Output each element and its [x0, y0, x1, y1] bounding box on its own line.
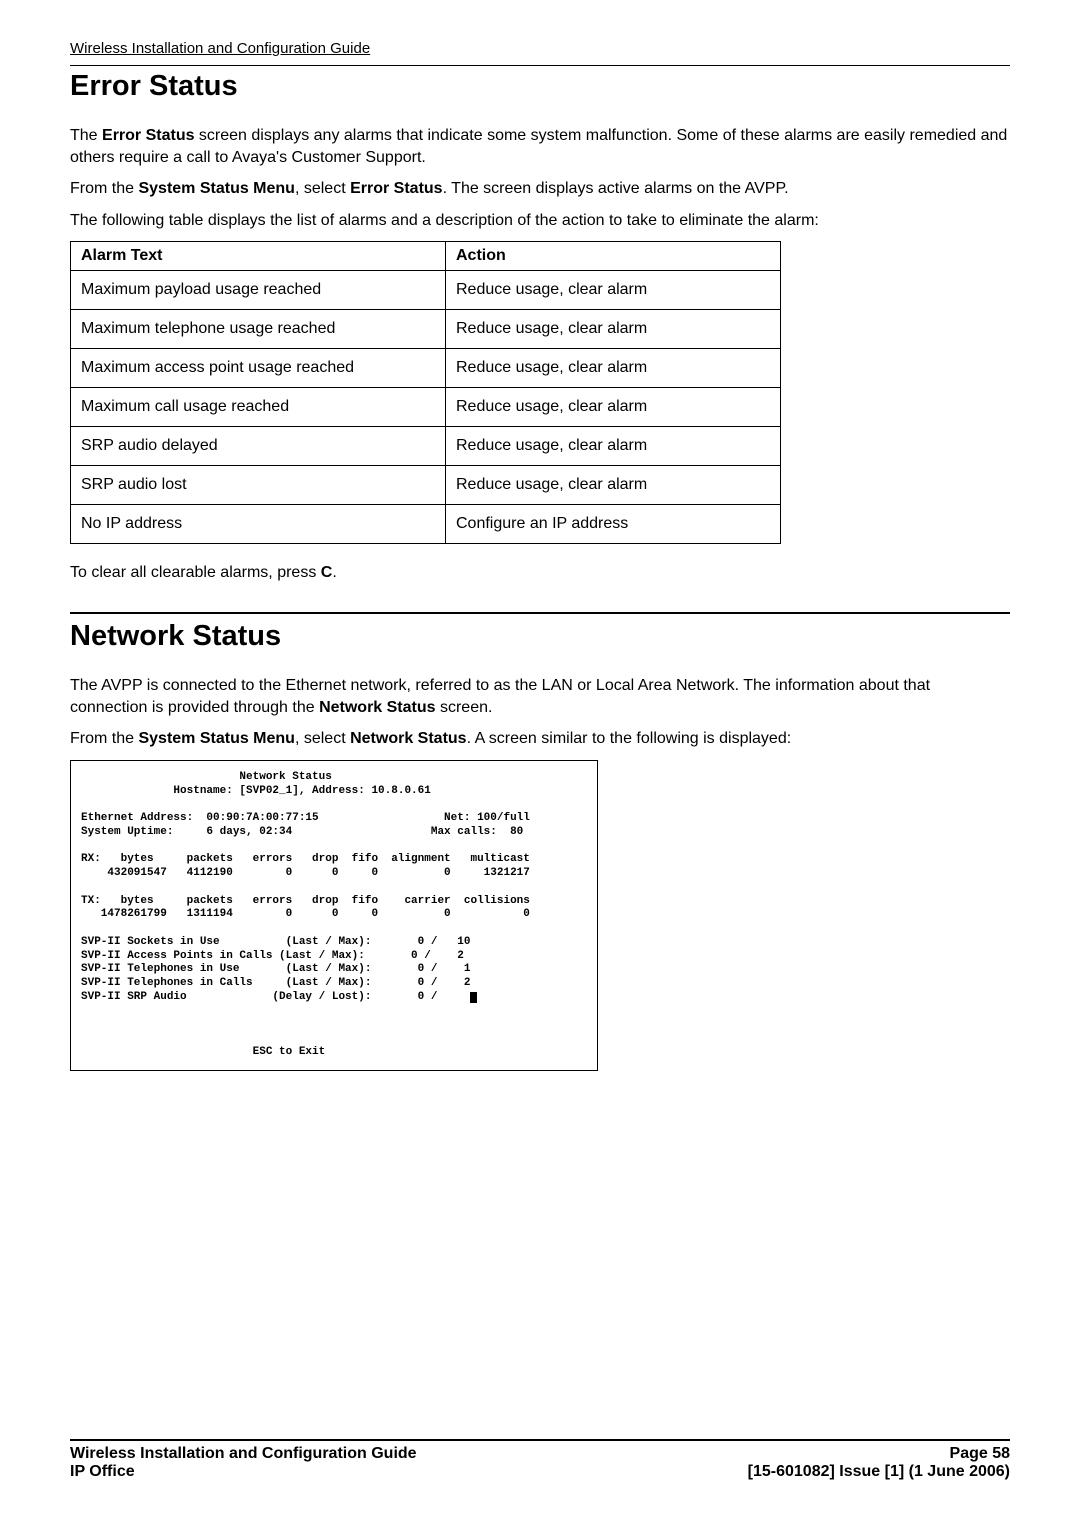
bold-key-c: C: [321, 564, 333, 581]
section-rule-network-status: [70, 612, 1010, 614]
footer-rule: [70, 1439, 1010, 1441]
alarm-table-header-action: Action: [446, 242, 781, 271]
bold-system-status-menu-2: System Status Menu: [138, 730, 294, 747]
text-fragment: , select: [295, 730, 350, 747]
network-status-para-1: The AVPP is connected to the Ethernet ne…: [70, 675, 1010, 718]
alarm-text-cell: Maximum call usage reached: [71, 388, 446, 427]
table-row: No IP address Configure an IP address: [71, 505, 781, 544]
terminal-svp-tel-use: SVP-II Telephones in Use (Last / Max): 0…: [81, 963, 470, 975]
text-fragment: . A screen similar to the following is d…: [467, 730, 792, 747]
terminal-eth-addr: Ethernet Address: 00:90:7A:00:77:15 Net:…: [81, 812, 530, 824]
terminal-tx-header: TX: bytes packets errors drop fifo carri…: [81, 895, 530, 907]
alarm-text-cell: SRP audio lost: [71, 466, 446, 505]
action-cell: Reduce usage, clear alarm: [446, 310, 781, 349]
terminal-svp-sockets: SVP-II Sockets in Use (Last / Max): 0 / …: [81, 936, 470, 948]
bold-system-status-menu: System Status Menu: [138, 180, 294, 197]
error-status-para-3: The following table displays the list of…: [70, 210, 1010, 232]
footer-right-2: [15-601082] Issue [1] (1 June 2006): [748, 1463, 1010, 1481]
text-fragment: From the: [70, 730, 138, 747]
footer-left-1: Wireless Installation and Configuration …: [70, 1445, 417, 1463]
action-cell: Reduce usage, clear alarm: [446, 271, 781, 310]
alarm-text-cell: SRP audio delayed: [71, 427, 446, 466]
terminal-title: Network Status: [81, 771, 332, 783]
terminal-rx-header: RX: bytes packets errors drop fifo align…: [81, 853, 530, 865]
action-cell: Reduce usage, clear alarm: [446, 349, 781, 388]
action-cell: Reduce usage, clear alarm: [446, 388, 781, 427]
action-cell: Reduce usage, clear alarm: [446, 427, 781, 466]
running-header: Wireless Installation and Configuration …: [70, 40, 1010, 59]
table-row: Maximum access point usage reached Reduc…: [71, 349, 781, 388]
alarm-text-cell: Maximum payload usage reached: [71, 271, 446, 310]
footer-left-2: IP Office: [70, 1463, 135, 1481]
action-cell: Configure an IP address: [446, 505, 781, 544]
table-row: SRP audio delayed Reduce usage, clear al…: [71, 427, 781, 466]
table-row: SRP audio lost Reduce usage, clear alarm: [71, 466, 781, 505]
terminal-esc-exit: ESC to Exit: [81, 1046, 325, 1058]
alarm-text-cell: Maximum telephone usage reached: [71, 310, 446, 349]
terminal-svp-srp-audio: SVP-II SRP Audio (Delay / Lost): 0 /: [81, 991, 470, 1003]
bold-error-status: Error Status: [102, 127, 194, 144]
text-fragment: .: [332, 564, 336, 581]
section-title-network-status: Network Status: [70, 620, 1010, 653]
network-status-para-2: From the System Status Menu, select Netw…: [70, 728, 1010, 750]
terminal-rx-values: 432091547 4112190 0 0 0 0 1321217: [81, 867, 530, 879]
header-rule: [70, 65, 1010, 66]
table-row: Maximum call usage reached Reduce usage,…: [71, 388, 781, 427]
footer-right-1: Page 58: [950, 1445, 1010, 1463]
terminal-cursor: [470, 992, 477, 1003]
bold-network-status: Network Status: [319, 699, 435, 716]
text-fragment: screen displays any alarms that indicate…: [70, 127, 1007, 166]
terminal-hostname: Hostname: [SVP02_1], Address: 10.8.0.61: [81, 785, 431, 797]
text-fragment: The AVPP is connected to the Ethernet ne…: [70, 677, 930, 716]
table-row: Maximum payload usage reached Reduce usa…: [71, 271, 781, 310]
text-fragment: To clear all clearable alarms, press: [70, 564, 321, 581]
alarm-table-header-alarm: Alarm Text: [71, 242, 446, 271]
bold-network-status-2: Network Status: [350, 730, 466, 747]
terminal-tx-values: 1478261799 1311194 0 0 0 0 0: [81, 908, 530, 920]
error-status-para-2: From the System Status Menu, select Erro…: [70, 178, 1010, 200]
alarm-text-cell: Maximum access point usage reached: [71, 349, 446, 388]
terminal-svp-tel-calls: SVP-II Telephones in Calls (Last / Max):…: [81, 977, 470, 989]
clear-alarms-para: To clear all clearable alarms, press C.: [70, 562, 1010, 584]
section-title-error-status: Error Status: [70, 70, 1010, 103]
text-fragment: , select: [295, 180, 350, 197]
error-status-para-1: The Error Status screen displays any ala…: [70, 125, 1010, 168]
table-row: Maximum telephone usage reached Reduce u…: [71, 310, 781, 349]
terminal-uptime: System Uptime: 6 days, 02:34 Max calls: …: [81, 826, 523, 838]
text-fragment: . The screen displays active alarms on t…: [443, 180, 789, 197]
text-fragment: The: [70, 127, 102, 144]
terminal-svp-access: SVP-II Access Points in Calls (Last / Ma…: [81, 950, 464, 962]
terminal-content: Network Status Hostname: [SVP02_1], Addr…: [81, 771, 587, 1060]
bold-error-status-2: Error Status: [350, 180, 442, 197]
alarm-text-cell: No IP address: [71, 505, 446, 544]
text-fragment: screen.: [436, 699, 493, 716]
action-cell: Reduce usage, clear alarm: [446, 466, 781, 505]
alarm-table: Alarm Text Action Maximum payload usage …: [70, 241, 781, 544]
terminal-screenshot: Network Status Hostname: [SVP02_1], Addr…: [70, 760, 598, 1071]
page-footer: Wireless Installation and Configuration …: [70, 1439, 1010, 1481]
text-fragment: From the: [70, 180, 138, 197]
